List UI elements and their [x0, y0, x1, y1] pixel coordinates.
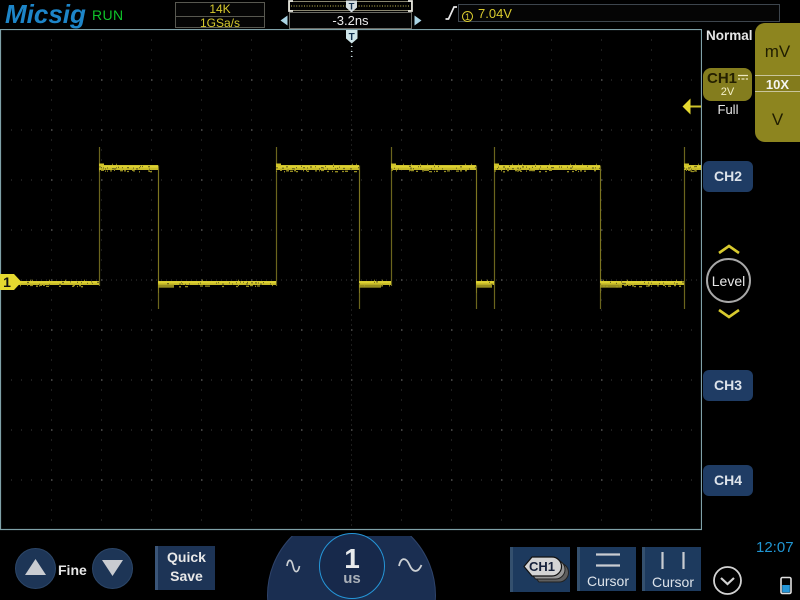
svg-text:CH1: CH1 [528, 559, 554, 574]
svg-text:T: T [349, 32, 355, 43]
svg-text:T: T [349, 2, 355, 13]
svg-text:1: 1 [3, 274, 11, 290]
